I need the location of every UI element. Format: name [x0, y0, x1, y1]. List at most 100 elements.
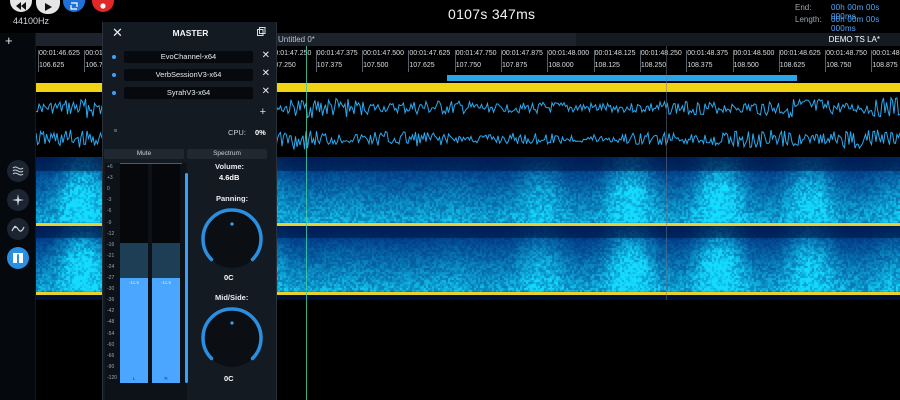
rewind-icon	[16, 2, 26, 10]
tab-untitled[interactable]: Untitled 0*	[278, 35, 315, 44]
loop-region[interactable]	[447, 75, 797, 81]
playhead[interactable]	[306, 46, 307, 400]
midside-label: Mid/Side:	[215, 293, 249, 302]
plugin-name[interactable]: VerbSessionV3-x64	[124, 69, 253, 81]
plugin-active-dot[interactable]	[112, 91, 116, 95]
master-header: ✕ MASTER	[103, 22, 278, 44]
tick-label-seconds: 108.125	[594, 62, 620, 69]
tick-label-time: 00:01:47.750	[455, 50, 497, 57]
panning-label: Panning:	[216, 194, 249, 203]
curve-icon	[11, 225, 25, 232]
tick-label-seconds: 108.500	[733, 62, 759, 69]
db-scale-label: -6	[107, 208, 112, 215]
volume-value: 4.6dB	[219, 173, 240, 182]
envelope-button[interactable]	[7, 218, 29, 240]
remove-plugin-icon[interactable]: ✕	[262, 68, 270, 79]
channel-label-right: R	[164, 376, 168, 381]
meter-hold	[152, 243, 180, 278]
db-scale-label: 0	[107, 186, 110, 193]
tick-label-time: 00:01:48.250	[640, 50, 682, 57]
midside-knob[interactable]	[198, 304, 266, 372]
tick-label-seconds: 108.000	[548, 62, 574, 69]
meter-channel-left: -11.5 L	[120, 164, 148, 383]
length-value[interactable]: 00h 00m 00s 000ms	[831, 15, 900, 33]
plugin-name[interactable]: SyrahV3-x64	[124, 87, 253, 99]
tick-label-time: 00:01:48.875	[872, 50, 900, 57]
midside-value: 0C	[224, 374, 234, 383]
spectrum-button[interactable]: Spectrum	[187, 149, 267, 159]
tick-label-time: 00:01:48.750	[826, 50, 867, 57]
play-icon	[45, 3, 52, 11]
meter-channel-right: -11.5 R	[152, 164, 180, 383]
loop-icon	[70, 2, 78, 10]
tick-label-time: 00:01:47.875	[502, 50, 543, 57]
volume-label: Volume:	[215, 162, 245, 171]
db-scale-label: -24	[107, 263, 115, 270]
plugin-active-dot[interactable]	[112, 73, 116, 77]
sample-rate: 44100Hz	[13, 16, 50, 26]
record-icon	[100, 3, 106, 9]
db-scale-label: -36	[107, 297, 115, 304]
level-meter: +6 +3 0 -3 -6 -9 -12 -16 -21 -24 -27 -30 -36 -42 -48 -5…	[105, 163, 188, 400]
master-panel: ✕ MASTER EvoChannel-x64 ✕ VerbSessionV3-…	[102, 22, 277, 400]
db-scale-label: -42	[107, 308, 115, 315]
db-scale-label: -30	[107, 286, 115, 293]
remove-plugin-icon[interactable]: ✕	[262, 86, 270, 97]
db-scale-label: -21	[107, 252, 115, 259]
tick-label-seconds: 106.625	[39, 62, 65, 69]
plugin-slot[interactable]: VerbSessionV3-x64 ✕	[107, 68, 273, 81]
tick-label-time: 00:01:47.625	[409, 50, 451, 57]
cpu-label: CPU:	[228, 128, 246, 137]
db-scale-label: -120	[107, 375, 118, 381]
waveform-view-button[interactable]	[7, 160, 29, 182]
volume-fader[interactable]	[185, 173, 188, 383]
plugin-slot[interactable]: EvoChannel-x64 ✕	[107, 50, 273, 63]
tick-label-time: 00:01:48.500	[733, 50, 775, 57]
add-plugin-button[interactable]: +	[260, 106, 266, 118]
remove-plugin-icon[interactable]: ✕	[262, 50, 270, 61]
tab-demo[interactable]: DEMO TS LA*	[829, 35, 880, 44]
tick-label-seconds: 107.375	[316, 62, 343, 69]
panning-knob[interactable]	[198, 205, 266, 273]
tick-label-seconds: 108.375	[687, 62, 713, 69]
tick-label-time: 00:01:48.000	[548, 50, 590, 57]
add-tab-button[interactable]: +	[5, 33, 13, 48]
plugin-name[interactable]: EvoChannel-x64	[124, 51, 253, 63]
play-button[interactable]	[36, 0, 60, 14]
meter-value-left: -11.5	[129, 280, 139, 285]
tick-label-time: 00:01:47.500	[363, 50, 404, 57]
mixer-button[interactable]	[7, 247, 29, 269]
tick-label-seconds: 107.625	[409, 62, 435, 69]
tick-label-seconds: 108.250	[640, 62, 667, 69]
tick-label-seconds: 107.875	[502, 62, 528, 69]
waves-icon	[12, 166, 24, 176]
mute-button[interactable]: Mute	[104, 149, 184, 159]
plugin-active-dot[interactable]	[112, 55, 116, 59]
tick-label-time: 00:01:46.625	[39, 50, 80, 57]
tick-label-time: 00:01:48.375	[687, 50, 729, 57]
left-toolbar: +	[0, 33, 36, 400]
db-scale-label: -12	[107, 230, 115, 237]
tick-label-seconds: 108.750	[826, 62, 852, 69]
cursor-line	[666, 46, 667, 300]
db-scale-label: -16	[107, 241, 115, 248]
db-scale-label: -66	[107, 352, 115, 359]
effects-button[interactable]	[7, 189, 29, 211]
tick-label-seconds: 108.875	[872, 62, 898, 69]
loop-button[interactable]	[63, 0, 85, 12]
plugin-slot[interactable]: SyrahV3-x64 ✕	[107, 86, 273, 99]
meter-fill-left: -11.5 L	[120, 278, 148, 383]
tick-label-seconds: 107.500	[363, 62, 389, 69]
meter-frame: -11.5 L -11.5 R	[120, 163, 182, 383]
db-scale-label: -9	[107, 219, 112, 226]
db-scale-label: +6	[107, 164, 113, 170]
cpu-dot	[114, 129, 117, 132]
meter-fill-right: -11.5 R	[152, 278, 180, 383]
copy-icon[interactable]	[257, 27, 266, 36]
tick-label-seconds: 107.750	[455, 62, 481, 69]
rewind-button[interactable]	[10, 0, 32, 12]
sparkle-icon	[12, 194, 24, 206]
record-button[interactable]	[92, 0, 114, 12]
cpu-value: 0%	[255, 128, 266, 137]
db-scale-label: -90	[107, 363, 115, 370]
